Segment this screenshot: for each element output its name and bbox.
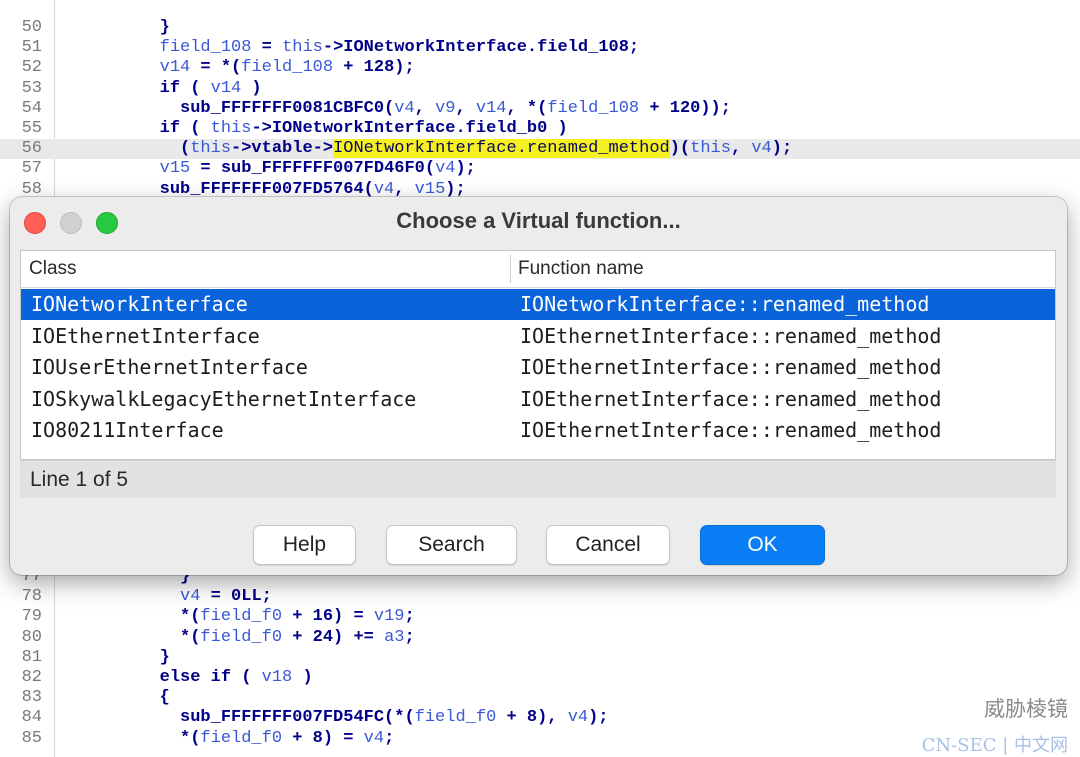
- code-text: }: [78, 18, 170, 37]
- code-line: 85 *(field_f0 + 8) = v4;: [0, 729, 1080, 749]
- function-name-cell: IONetworkInterface::renamed_method: [520, 292, 930, 316]
- line-count-status: Line 1 of 5: [30, 468, 129, 491]
- code-line: 57 v15 = sub_FFFFFFF007FD46F0(v4);: [0, 159, 1080, 179]
- line-number: 53: [21, 78, 42, 98]
- cancel-button[interactable]: Cancel: [546, 525, 670, 565]
- line-number: 83: [21, 688, 42, 708]
- list-row[interactable]: IOEthernetInterface IOEthernetInterface::…: [21, 321, 1055, 352]
- function-name-cell: IOEthernetInterface::renamed_method: [520, 386, 942, 411]
- code-line: 56 (this->vtable->IONetworkInterface.ren…: [0, 139, 1080, 160]
- function-name-cell: IOEthernetInterface::renamed_method: [520, 355, 942, 379]
- watermark-brand: 威胁棱镜: [984, 697, 1068, 721]
- line-number: 54: [21, 98, 42, 118]
- code-text: else if ( v18 ): [78, 668, 313, 687]
- code-line: 54 sub_FFFFFFF0081CBFC0(v4, v9, v14, *(f…: [0, 99, 1080, 119]
- help-button[interactable]: Help: [253, 525, 356, 565]
- line-number: 85: [21, 728, 42, 748]
- code-text: v15 = sub_FFFFFFF007FD46F0(v4);: [159, 159, 476, 179]
- watermark: 威胁棱镜 CN-SEC | 中文网: [922, 693, 1068, 757]
- class-cell: IOEthernetInterface: [31, 323, 260, 348]
- list-row[interactable]: IOSkywalkLegacyEthernetInterface IOEthern…: [21, 384, 1055, 415]
- line-number: 56: [21, 139, 42, 159]
- watermark-site: CN-SEC | 中文网: [921, 735, 1068, 756]
- code-text: if ( v14 ): [78, 78, 262, 98]
- line-number: 57: [21, 159, 42, 179]
- code-text: sub_FFFFFFF007FD54FC(*(field_f0 + 8), v4…: [78, 708, 609, 728]
- line-number: 82: [21, 668, 42, 687]
- function-name-cell: IOEthernetInterface::renamed_method: [520, 323, 942, 348]
- code-line: 82 else if ( v18 ): [0, 668, 1080, 688]
- list-row[interactable]: IONetworkInterface IONetworkInterface::re…: [21, 289, 1055, 320]
- code-text: {: [78, 688, 170, 708]
- line-number: 79: [21, 607, 42, 627]
- ok-button[interactable]: OK: [700, 525, 825, 565]
- column-header-function-name[interactable]: Function name: [518, 258, 644, 280]
- line-number: 51: [21, 38, 42, 58]
- code-line: 81 }: [0, 648, 1080, 668]
- code-text: *(field_f0 + 24) += a3;: [78, 627, 415, 647]
- list-row[interactable]: IO80211Interface IOEthernetInterface::ren…: [21, 415, 1055, 446]
- code-line: 53 if ( v14 ): [0, 79, 1080, 99]
- line-number: 50: [21, 18, 42, 37]
- code-text: *(field_f0 + 8) = v4;: [78, 728, 395, 748]
- code-line: 79 *(field_f0 + 16) = v19;: [0, 607, 1080, 627]
- column-divider[interactable]: [510, 255, 511, 283]
- line-number: 80: [21, 627, 42, 647]
- function-list[interactable]: Class Function name IONetworkInterface IO…: [20, 250, 1056, 460]
- dialog-title: Choose a Virtual function...: [396, 208, 681, 233]
- class-cell: IONetworkInterface: [31, 292, 248, 316]
- line-number: 78: [21, 587, 42, 607]
- code-text: v14 = *(field_108 + 128);: [159, 58, 415, 78]
- class-cell: IO80211Interface: [31, 418, 224, 442]
- line-number: 55: [21, 119, 42, 138]
- code-text: sub_FFFFFFF0081CBFC0(v4, v9, v14, *(fiel…: [78, 98, 731, 118]
- list-row[interactable]: IOUserEthernetInterface IOEthernetInterfa…: [21, 352, 1055, 383]
- line-number: 52: [21, 58, 42, 78]
- code-text: if ( this->IONetworkInterface.field_b0 ): [78, 119, 568, 138]
- code-text: (this->vtable->IONetworkInterface.rename…: [78, 139, 793, 159]
- code-line: 51 field_108 = this->IONetworkInterface.…: [0, 38, 1080, 58]
- code-line: 50 }: [0, 18, 1080, 38]
- dialog-titlebar: Choose a Virtual function...: [10, 197, 1067, 249]
- class-cell: IOSkywalkLegacyEthernetInterface: [31, 386, 417, 411]
- list-header: Class Function name: [21, 251, 1055, 288]
- class-cell: IOUserEthernetInterface: [31, 355, 308, 379]
- line-number: 84: [21, 708, 42, 728]
- search-button[interactable]: Search: [386, 525, 517, 565]
- code-line: 80 *(field_f0 + 24) += a3;: [0, 628, 1080, 648]
- code-line: 83 {: [0, 688, 1080, 708]
- code-line: 52 v14 = *(field_108 + 128);: [0, 58, 1080, 78]
- code-text: field_108 = this->IONetworkInterface.fie…: [159, 38, 640, 58]
- status-bar: Line 1 of 5: [20, 460, 1056, 498]
- column-header-class[interactable]: Class: [29, 258, 77, 280]
- code-line: 55 if ( this->IONetworkInterface.field_b…: [0, 119, 1080, 139]
- code-text: *(field_f0 + 16) = v19;: [78, 607, 415, 627]
- code-text: }: [78, 647, 170, 667]
- code-line: 84 sub_FFFFFFF007FD54FC(*(field_f0 + 8),…: [0, 708, 1080, 728]
- code-line: 78 v4 = 0LL;: [0, 587, 1080, 607]
- line-number: 81: [21, 647, 42, 667]
- code-text: v4 = 0LL;: [180, 587, 272, 607]
- choose-virtual-function-dialog: Choose a Virtual function... Class Funct…: [10, 197, 1067, 575]
- function-name-cell: IOEthernetInterface::renamed_method: [520, 418, 942, 442]
